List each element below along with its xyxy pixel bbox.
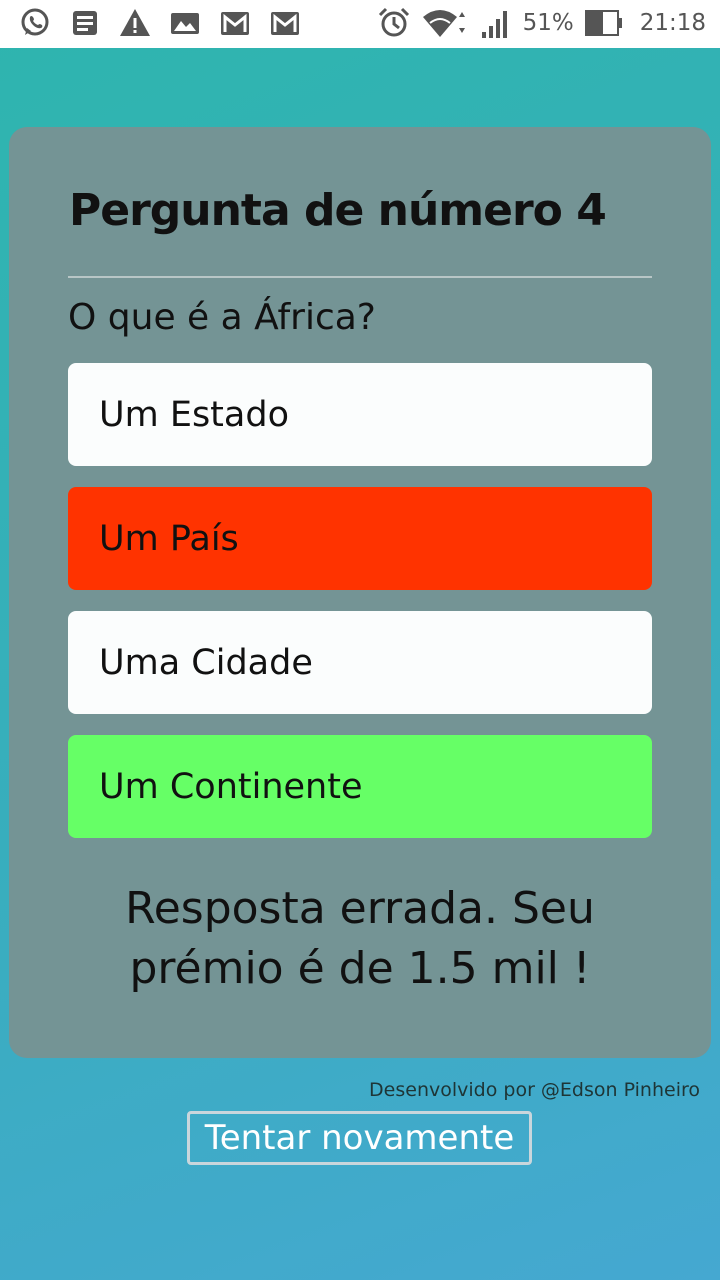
gmail-icon	[268, 6, 302, 40]
whatsapp-icon	[18, 6, 52, 40]
gallery-icon	[168, 6, 202, 40]
developer-credit: Desenvolvido por @Edson Pinheiro	[369, 1079, 700, 1101]
news-icon	[68, 6, 102, 40]
gmail-icon	[218, 6, 252, 40]
warning-icon	[118, 6, 152, 40]
question-card: Pergunta de número 4 O que é a África? U…	[9, 127, 711, 1058]
notification-icons	[18, 6, 302, 40]
battery-percent: 51%	[522, 10, 574, 36]
divider	[68, 276, 652, 278]
retry-button[interactable]: Tentar novamente	[187, 1111, 532, 1165]
wifi-icon	[421, 6, 469, 40]
status-bar: 51% 21:18	[0, 0, 720, 48]
answer-option-2[interactable]: Um País	[68, 487, 652, 590]
answer-option-3[interactable]: Uma Cidade	[68, 611, 652, 714]
result-message: Resposta errada. Seu prémio é de 1.5 mil…	[125, 883, 595, 994]
system-status: 51% 21:18	[377, 6, 706, 40]
question-text: O que é a África?	[68, 297, 376, 338]
answer-option-1[interactable]: Um Estado	[68, 363, 652, 466]
alarm-icon	[377, 6, 411, 40]
clock: 21:18	[639, 10, 706, 36]
signal-icon	[479, 6, 513, 40]
battery-icon	[584, 6, 624, 40]
question-title: Pergunta de número 4	[69, 185, 607, 236]
answer-option-4[interactable]: Um Continente	[68, 735, 652, 838]
